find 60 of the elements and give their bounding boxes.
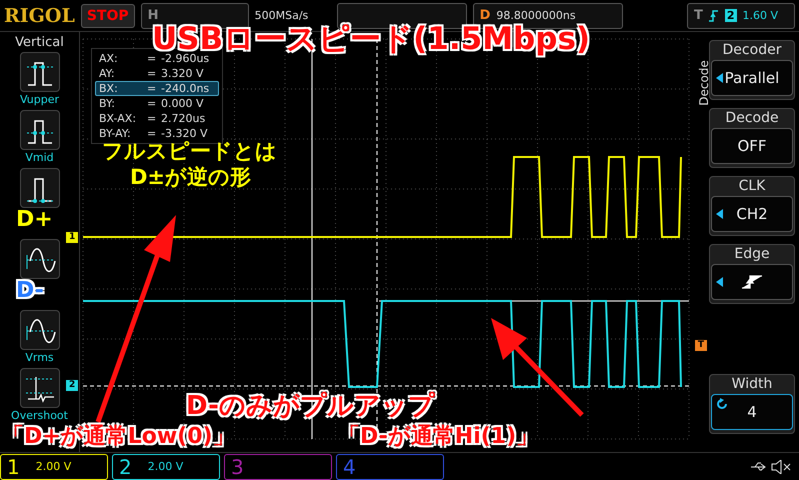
readout-label: AY: <box>99 67 116 80</box>
caption-annotation: 「D-が通常Hi(1)」 <box>338 425 538 450</box>
readout-value: -240.0ns <box>161 82 210 95</box>
menu-item[interactable]: Edge <box>709 244 795 304</box>
readout-value: -3.320 V <box>161 127 208 140</box>
measure-label: Vrms <box>25 351 54 366</box>
measure-button[interactable] <box>20 52 60 92</box>
brand-logo: RIGOL <box>4 4 75 26</box>
note-annotation: D±が逆の形 <box>130 166 252 190</box>
trace-label: D+ <box>16 208 53 232</box>
measure-label: Vmid <box>25 151 54 166</box>
menu-item[interactable]: Decode OFF <box>709 108 795 168</box>
menu-value-field[interactable]: Parallel <box>711 60 793 96</box>
menu-title: Vertical <box>15 35 64 50</box>
readout-label: AX: <box>99 52 119 65</box>
channel-tab[interactable]: 1 2.00 V <box>0 454 108 480</box>
trigger-panel[interactable]: T 2 1.60 V <box>687 2 795 28</box>
readout-equals: = <box>147 112 158 125</box>
channel-marker[interactable]: 2 <box>66 380 78 391</box>
readout-label: BX: <box>99 82 119 95</box>
measure-label: Overshoot <box>11 409 68 424</box>
readout-label: BY-AY: <box>99 127 132 140</box>
rotate-icon <box>716 398 728 410</box>
menu-value-field[interactable] <box>711 264 793 300</box>
usb-icon <box>751 462 767 472</box>
menu-value-field[interactable]: 4 <box>711 394 793 430</box>
readout-value: 2.720us <box>161 112 206 125</box>
measure-button[interactable] <box>20 110 60 150</box>
caption-annotation: 「D+が通常Low(0)」 <box>2 425 235 450</box>
left-triangle-icon <box>716 277 723 287</box>
readout-equals: = <box>147 127 158 140</box>
channel-tab[interactable]: 2 2.00 V <box>112 454 220 480</box>
readout-label: BX-AX: <box>99 112 138 125</box>
menu-item[interactable]: Decoder Parallel <box>709 40 795 100</box>
readout-value: 0.000 V <box>161 97 205 110</box>
measure-label: Vupper <box>20 93 59 108</box>
measure-button[interactable] <box>20 310 60 350</box>
menu-item[interactable]: CLK CH2 <box>709 176 795 236</box>
note-annotation: フルスピードとは <box>102 140 277 164</box>
trace-label: D- <box>16 279 44 304</box>
left-triangle-icon <box>716 209 723 219</box>
measure-button[interactable] <box>20 168 60 208</box>
run-stop-button[interactable]: STOP <box>80 4 135 28</box>
sample-rate: 500MSa/s <box>254 9 310 22</box>
readout-value: 3.320 V <box>161 67 205 80</box>
measure-button[interactable] <box>20 368 60 408</box>
menu-item[interactable]: Width 4 <box>709 374 795 434</box>
left-triangle-icon <box>716 73 723 83</box>
menu-title: Decode <box>696 60 711 106</box>
readout-label: BY: <box>99 97 116 110</box>
mute-icon <box>771 460 791 474</box>
menu-value-field[interactable]: OFF <box>711 128 793 164</box>
readout-equals: = <box>147 82 158 95</box>
readout-equals: = <box>147 52 158 65</box>
trigger-level-marker[interactable]: T <box>694 340 707 351</box>
menu-value-field[interactable]: CH2 <box>711 196 793 232</box>
readout-equals: = <box>147 67 158 80</box>
readout-equals: = <box>147 97 158 110</box>
channel-marker[interactable]: 1 <box>66 232 78 243</box>
measure-button[interactable] <box>20 239 60 279</box>
